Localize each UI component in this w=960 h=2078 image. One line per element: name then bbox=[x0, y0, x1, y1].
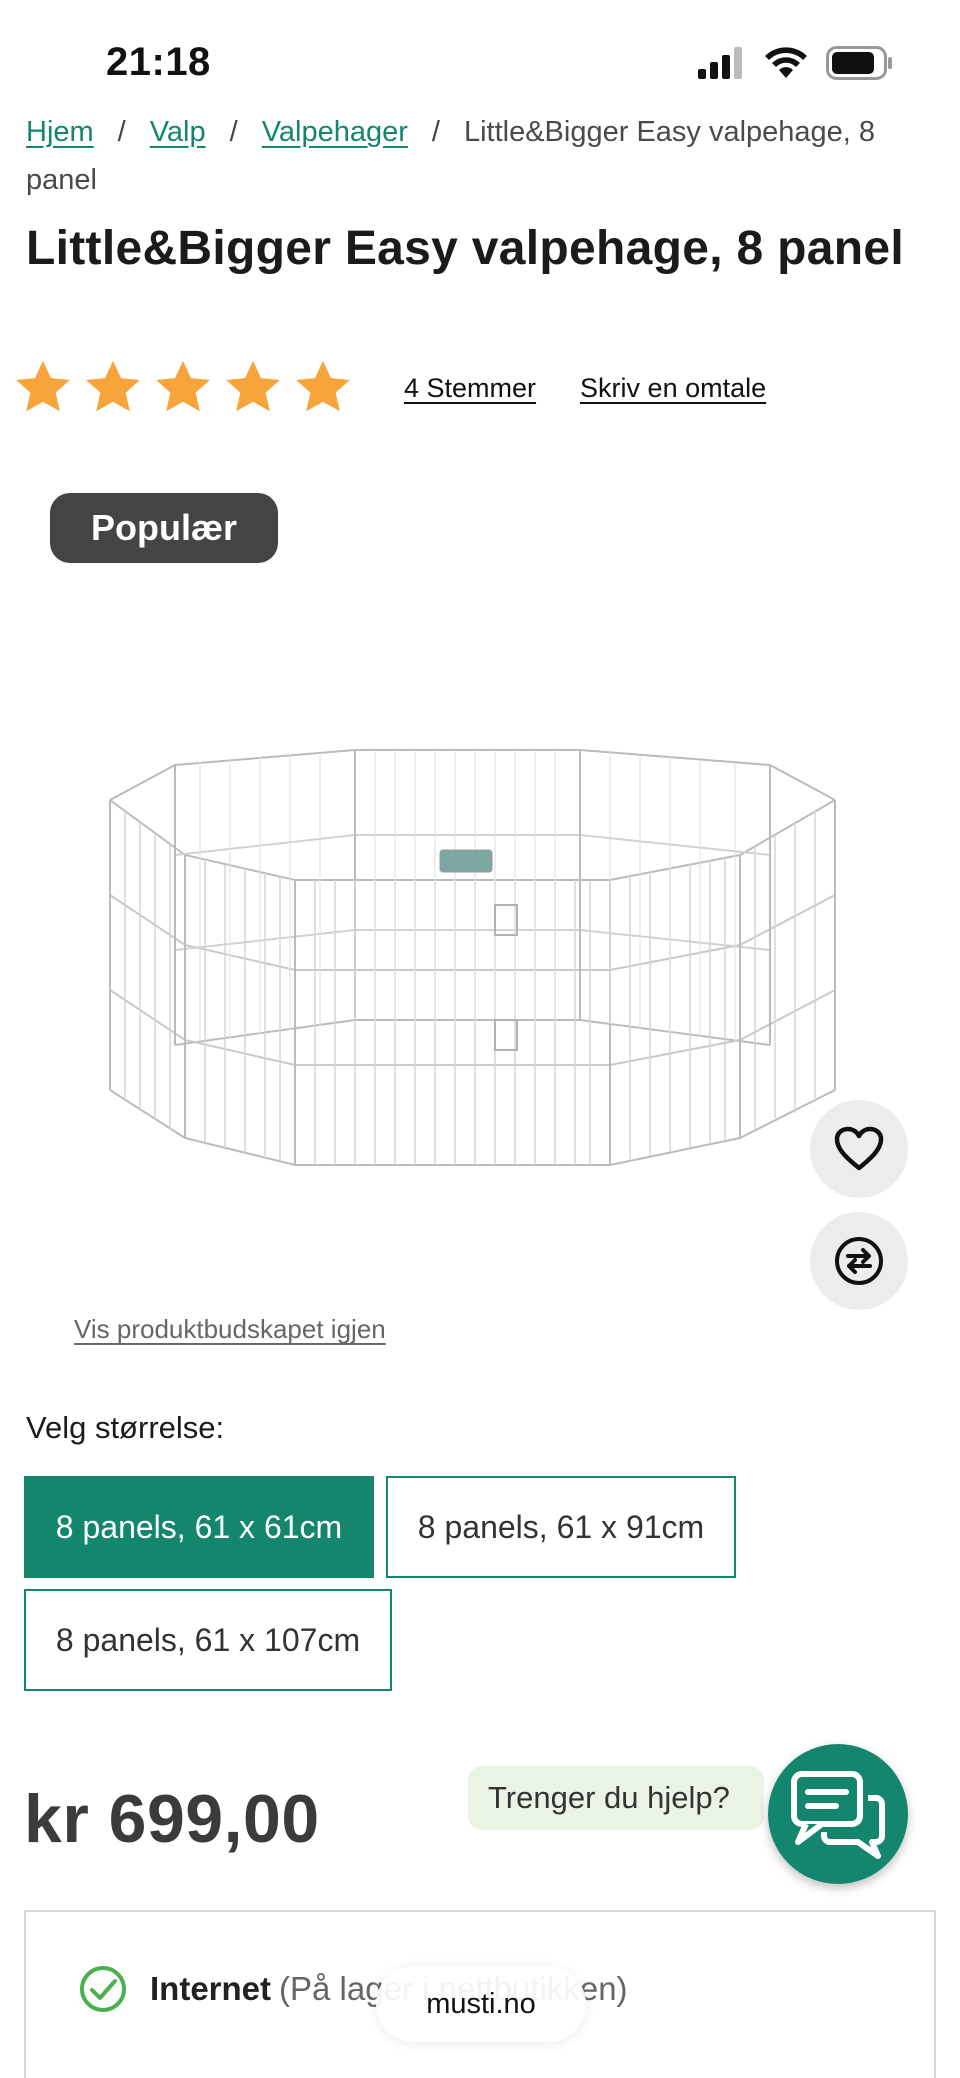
popular-badge: Populær bbox=[50, 493, 278, 563]
page-title: Little&Bigger Easy valpehage, 8 panel bbox=[26, 222, 905, 275]
rating-row: 4 Stemmer Skriv en omtale bbox=[12, 352, 766, 424]
status-icons bbox=[698, 46, 894, 80]
status-time: 21:18 bbox=[106, 40, 211, 84]
star-icon[interactable] bbox=[292, 357, 354, 419]
product-image[interactable] bbox=[90, 720, 850, 1210]
help-bubble[interactable]: Trenger du hjelp? bbox=[468, 1766, 764, 1830]
star-icon[interactable] bbox=[12, 357, 74, 419]
battery-icon bbox=[826, 46, 892, 80]
chat-icon bbox=[791, 1771, 885, 1859]
breadcrumb-link-playpens[interactable]: Valpehager bbox=[262, 116, 408, 148]
star-rating[interactable] bbox=[12, 357, 354, 419]
breadcrumb-separator: / bbox=[117, 116, 126, 148]
star-icon[interactable] bbox=[222, 357, 284, 419]
heart-icon bbox=[834, 1126, 884, 1171]
breadcrumb-link-puppy[interactable]: Valp bbox=[150, 116, 206, 148]
size-label: Velg størrelse: bbox=[26, 1410, 225, 1445]
compare-button[interactable] bbox=[810, 1212, 908, 1310]
write-review-link[interactable]: Skriv en omtale bbox=[580, 373, 766, 404]
star-icon[interactable] bbox=[82, 357, 144, 419]
availability-channel: Internet bbox=[150, 1970, 272, 2007]
size-option-61x61[interactable]: 8 panels, 61 x 61cm bbox=[24, 1476, 374, 1578]
votes-link[interactable]: 4 Stemmer bbox=[404, 373, 536, 404]
breadcrumb-link-home[interactable]: Hjem bbox=[26, 116, 94, 148]
price: kr 699,00 bbox=[24, 1781, 320, 1857]
status-bar: 21:18 bbox=[0, 0, 960, 116]
size-option-61x107[interactable]: 8 panels, 61 x 107cm bbox=[24, 1589, 392, 1691]
breadcrumb: Hjem / Valp / Valpehager / Little&Bigger Easy … bbox=[26, 108, 926, 204]
favorite-button[interactable] bbox=[810, 1100, 908, 1198]
show-product-message-link[interactable]: Vis produktbudskapet igjen bbox=[74, 1314, 386, 1345]
size-option-61x91[interactable]: 8 panels, 61 x 91cm bbox=[386, 1476, 736, 1578]
check-circle-icon bbox=[80, 1966, 126, 2012]
compare-icon bbox=[835, 1237, 883, 1285]
browser-url-pill[interactable]: musti.no bbox=[376, 1966, 586, 2042]
breadcrumb-separator: / bbox=[431, 116, 440, 148]
star-icon[interactable] bbox=[152, 357, 214, 419]
wifi-icon bbox=[765, 47, 807, 78]
cellular-signal-icon bbox=[698, 47, 742, 79]
chat-button[interactable] bbox=[768, 1744, 908, 1884]
breadcrumb-separator: / bbox=[229, 116, 238, 148]
